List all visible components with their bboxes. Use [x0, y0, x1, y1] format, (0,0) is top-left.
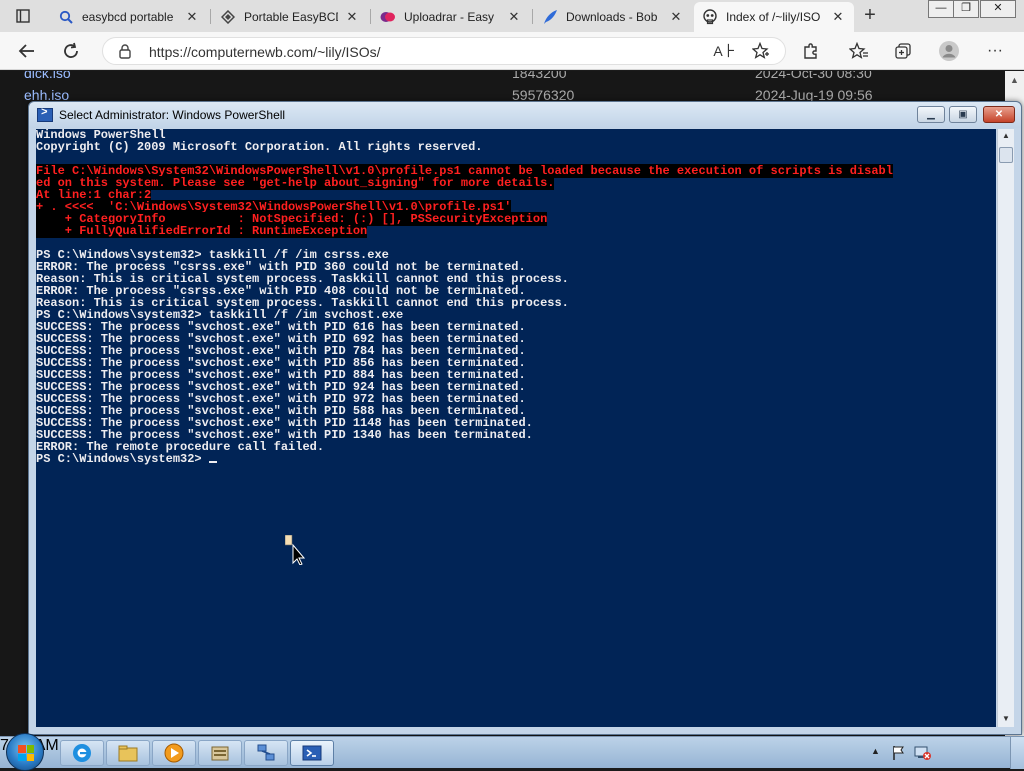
- tab-actions-icon: [16, 9, 30, 23]
- add-favorite-button[interactable]: [748, 39, 774, 63]
- read-aloud-icon: A⺊: [713, 43, 737, 59]
- favorites-icon: [849, 42, 868, 59]
- network-status-icon[interactable]: [914, 745, 932, 766]
- star-plus-icon: [752, 42, 769, 59]
- explorer-icon: [118, 745, 138, 762]
- browser-tab[interactable]: Downloads - Bob ✕: [534, 3, 692, 30]
- network-icon: [257, 744, 275, 761]
- avatar-icon: [939, 41, 959, 61]
- close-tab-icon[interactable]: ✕: [344, 9, 360, 25]
- ie-icon: [73, 744, 91, 762]
- taskbar-ie-button[interactable]: [60, 740, 104, 766]
- action-center-flag-icon[interactable]: [892, 745, 906, 766]
- browser-tab[interactable]: easybcd portable ✕: [50, 3, 208, 30]
- taskbar-media-player-button[interactable]: [152, 740, 196, 766]
- tab-title: Portable EasyBCD: [244, 9, 338, 24]
- refresh-button[interactable]: [58, 39, 84, 63]
- uploadrar-icon: [380, 9, 396, 25]
- mouse-cursor-icon: [284, 534, 306, 570]
- browser-tab-active[interactable]: Index of /~lily/ISO ✕: [694, 2, 854, 32]
- media-player-icon: [164, 743, 184, 763]
- close-tab-icon[interactable]: ✕: [184, 9, 200, 25]
- settings-menu-button[interactable]: ···: [982, 39, 1008, 63]
- console-output[interactable]: Windows PowerShell Copyright (C) 2009 Mi…: [36, 129, 996, 727]
- console-scrollbar[interactable]: ▲ ▼: [997, 129, 1014, 727]
- tab-title: easybcd portable: [82, 9, 174, 24]
- favorites-button[interactable]: [846, 39, 872, 63]
- tab-title: Downloads - Bob: [566, 9, 658, 24]
- tab-title: Uploadrar - Easy: [404, 9, 495, 24]
- console-line: Copyright (C) 2009 Microsoft Corporation…: [36, 140, 483, 154]
- start-button[interactable]: [6, 733, 44, 771]
- close-tab-icon[interactable]: ✕: [830, 9, 846, 25]
- profile-button[interactable]: [936, 39, 962, 63]
- library-icon: [211, 746, 229, 761]
- windows-logo-icon: [18, 745, 34, 761]
- close-tab-icon[interactable]: ✕: [668, 9, 684, 25]
- console-prompt[interactable]: PS C:\Windows\system32>: [36, 453, 996, 465]
- browser-tab-bar: easybcd portable ✕ Portable EasyBCD ✕ Up…: [0, 0, 1024, 32]
- taskbar: ▲ 7:13 AM: [0, 733, 1024, 771]
- prompt-text: PS C:\Windows\system32>: [36, 452, 209, 466]
- feather-icon: [542, 9, 558, 25]
- browser-tab[interactable]: Uploadrar - Easy ✕: [372, 3, 530, 30]
- close-tab-icon[interactable]: ✕: [506, 9, 522, 25]
- window-title: Select Administrator: Windows PowerShell: [59, 108, 286, 122]
- lock-icon[interactable]: [119, 44, 131, 64]
- refresh-icon: [64, 42, 78, 58]
- arrow-left-icon: [18, 44, 34, 58]
- back-button[interactable]: [14, 39, 40, 63]
- diamond-icon: [220, 9, 236, 25]
- more-icon: ···: [987, 42, 1003, 59]
- puzzle-icon: [804, 43, 817, 59]
- taskbar-explorer-button[interactable]: [106, 740, 150, 766]
- minimize-button[interactable]: ▁: [917, 106, 945, 123]
- taskbar-powershell-button[interactable]: [290, 740, 334, 766]
- scroll-up-icon[interactable]: ▲: [1010, 75, 1019, 85]
- browser-tab[interactable]: Portable EasyBCD ✕: [212, 3, 368, 30]
- file-size: 1843200: [512, 71, 567, 81]
- extensions-button[interactable]: [798, 39, 824, 63]
- powershell-title-bar[interactable]: Select Administrator: Windows PowerShell…: [29, 102, 1021, 128]
- close-button[interactable]: ✕: [980, 0, 1016, 18]
- scroll-down-icon[interactable]: ▼: [1002, 714, 1010, 723]
- read-aloud-button[interactable]: A⺊: [712, 39, 738, 63]
- url-text[interactable]: https://computernewb.com/~lily/ISOs/: [149, 44, 380, 60]
- tab-separator: [210, 9, 211, 24]
- tab-separator: [532, 9, 533, 24]
- console-line: + FullyQualifiedErrorId : RuntimeExcepti…: [36, 224, 368, 238]
- tab-separator: [370, 9, 371, 24]
- minimize-button[interactable]: —: [928, 0, 954, 18]
- powershell-window[interactable]: Select Administrator: Windows PowerShell…: [28, 101, 1022, 735]
- maximize-button[interactable]: ▣: [949, 106, 977, 123]
- taskbar-network-button[interactable]: [244, 740, 288, 766]
- powershell-icon: [37, 107, 53, 122]
- scroll-thumb[interactable]: [999, 147, 1013, 163]
- browser-toolbar: https://computernewb.com/~lily/ISOs/ A⺊ …: [0, 32, 1024, 70]
- tab-title: Index of /~lily/ISO: [726, 10, 821, 24]
- file-date: 2024-Oct-30 08:30: [755, 71, 872, 81]
- show-hidden-icons-icon[interactable]: ▲: [871, 746, 880, 756]
- skull-icon: [702, 9, 718, 25]
- console-command-output: PS C:\Windows\system32> taskkill /f /im …: [36, 249, 996, 453]
- close-button[interactable]: ✕: [983, 106, 1015, 123]
- restore-button[interactable]: ❐: [953, 0, 979, 18]
- powershell-icon: [302, 745, 322, 761]
- text-cursor: [208, 461, 217, 463]
- console-error-block: File C:\Windows\System32\WindowsPowerShe…: [36, 164, 996, 238]
- address-bar[interactable]: https://computernewb.com/~lily/ISOs/: [102, 37, 786, 65]
- new-tab-button[interactable]: +: [860, 5, 880, 26]
- tab-actions-button[interactable]: [6, 4, 40, 28]
- collections-icon: [895, 43, 911, 59]
- collections-button[interactable]: [890, 39, 916, 63]
- taskbar-library-button[interactable]: [198, 740, 242, 766]
- file-link[interactable]: dick.iso: [24, 71, 71, 81]
- console-header: Windows PowerShell Copyright (C) 2009 Mi…: [36, 129, 996, 153]
- search-icon: [58, 9, 74, 25]
- show-desktop-button[interactable]: [1010, 737, 1024, 769]
- scroll-up-icon[interactable]: ▲: [1002, 131, 1010, 140]
